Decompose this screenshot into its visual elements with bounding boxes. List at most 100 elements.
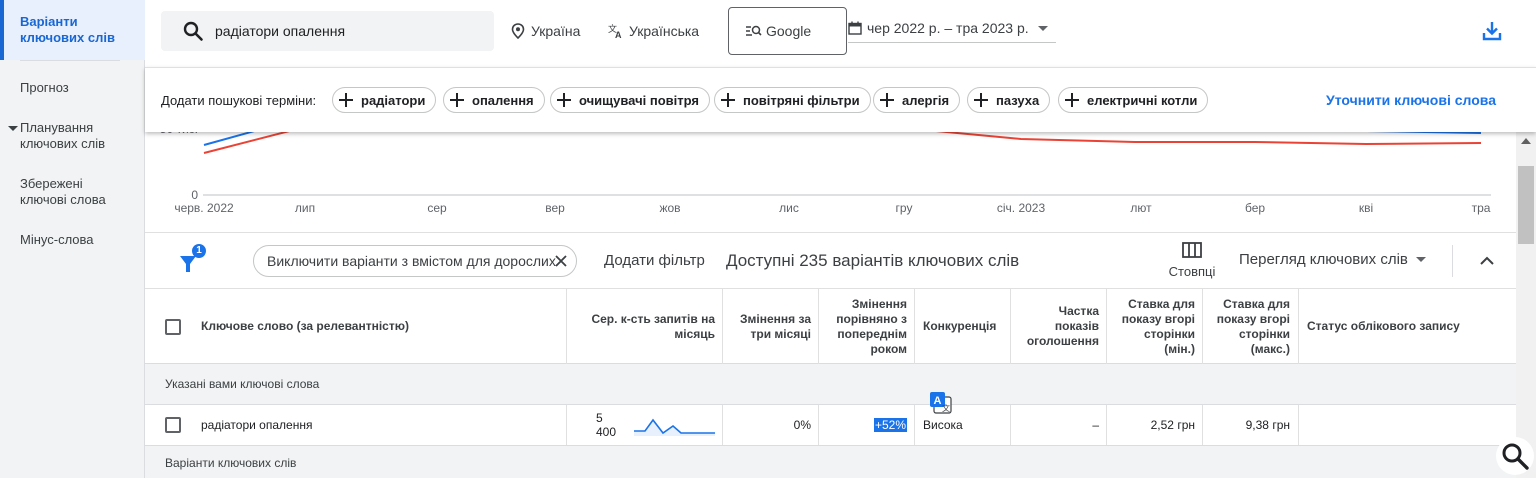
svg-text:A: A: [934, 395, 942, 407]
close-icon[interactable]: [553, 253, 569, 269]
header-keyword-label: Ключове слово (за релевантністю): [201, 319, 409, 333]
keyword-view-label: Перегляд ключових слів: [1239, 251, 1408, 268]
column-divider: [1298, 289, 1299, 364]
term-chip-label: електричні котли: [1087, 92, 1198, 108]
header-avg-searches[interactable]: Сер. к-сть запитів на місяць: [570, 289, 715, 364]
header-competition-label: Конкуренція: [923, 319, 997, 333]
scroll-up-icon[interactable]: [1521, 138, 1531, 144]
dropdown-arrow-icon: [1415, 257, 1426, 262]
header-bid-low[interactable]: Ставка для показу вгорі сторінки (мін.): [1110, 289, 1195, 364]
plus-icon: [974, 93, 988, 107]
column-divider: [914, 405, 915, 445]
header-impression-share[interactable]: Частка показів оголошення: [1014, 289, 1099, 364]
exclude-adult-label: Виключити варіанти з вмістом для доросли…: [267, 253, 556, 269]
column-divider: [722, 289, 723, 364]
row-sparkline: [633, 411, 715, 437]
x-tick-label: сер: [427, 201, 447, 215]
header-line: три місяці: [750, 326, 811, 341]
filter-button[interactable]: 1: [178, 244, 208, 274]
sidebar-item-forecast[interactable]: Прогноз: [0, 80, 145, 100]
magnifier-icon: [1502, 443, 1529, 470]
filter-count-badge: 1: [196, 245, 202, 256]
sidebar-item-label: Мінус-слова: [20, 232, 94, 247]
plus-icon: [721, 93, 735, 107]
header-line: роком: [870, 341, 907, 356]
x-tick-label: жов: [659, 201, 680, 215]
term-chip[interactable]: очищувачі повітря: [550, 87, 710, 113]
sidebar-divider: [20, 60, 120, 61]
columns-label: Стовпці: [1168, 264, 1216, 279]
sidebar-item-label: Збережені: [20, 176, 83, 191]
refine-keywords-link[interactable]: Уточнити ключові слова: [1326, 92, 1496, 108]
header-account-status[interactable]: Статус облікового запису: [1307, 289, 1507, 364]
exclude-adult-chip[interactable]: Виключити варіанти з вмістом для доросли…: [253, 245, 577, 277]
plus-icon: [1065, 93, 1079, 107]
header-competition[interactable]: Конкуренція: [923, 289, 1011, 364]
sidebar-item-label: ключових слів: [20, 30, 115, 45]
x-tick-label: лис: [779, 201, 799, 215]
plus-icon: [880, 93, 894, 107]
columns-icon: [1182, 242, 1202, 258]
term-chip[interactable]: електричні котли: [1058, 87, 1209, 113]
table-row[interactable]: радіатори опалення 5 400 0% +52% Висока …: [145, 405, 1516, 446]
header-line: показів: [1054, 319, 1099, 333]
row-yoy-cell: +52%: [822, 405, 907, 445]
row-keyword: радіатори опалення: [201, 418, 313, 432]
term-chip[interactable]: пазуха: [967, 87, 1051, 113]
column-divider: [1202, 289, 1203, 364]
column-divider: [566, 289, 567, 364]
term-chip-label: алергія: [902, 92, 950, 108]
caret-down-icon: [8, 126, 18, 131]
x-tick-label: лют: [1130, 201, 1152, 215]
term-chip[interactable]: повітряні фільтри: [714, 87, 871, 113]
plus-icon: [339, 93, 353, 107]
header-line: Змінення: [851, 296, 907, 311]
sidebar-item-keyword-ideas[interactable]: Варіанти ключових слів: [0, 0, 145, 60]
select-all-checkbox[interactable]: [165, 319, 181, 335]
term-chip-label: очищувачі повітря: [579, 92, 699, 108]
section-keyword-ideas: Варіанти ключових слів: [145, 446, 1516, 478]
zoom-button[interactable]: [1496, 437, 1534, 475]
term-chip[interactable]: опалення: [443, 87, 545, 113]
collapse-button[interactable]: [1479, 253, 1495, 265]
section-provided-keywords: Указані вами ключові слова: [145, 364, 1516, 405]
column-divider: [818, 289, 819, 364]
column-divider: [1202, 405, 1203, 445]
header-yoy-change[interactable]: Змінення порівняно з попереднім роком: [822, 289, 907, 364]
x-tick-label: бер: [1245, 201, 1265, 215]
header-keyword[interactable]: Ключове слово (за релевантністю): [201, 289, 561, 364]
column-divider: [818, 405, 819, 445]
y-tick-label: 0: [191, 188, 198, 202]
toolbar-divider: [1452, 245, 1453, 277]
plus-icon: [450, 93, 464, 107]
row-bid-low: 2,52 грн: [1150, 418, 1195, 432]
add-filter-button[interactable]: Додати фільтр: [604, 252, 705, 269]
x-tick-label: тра: [1472, 201, 1491, 215]
sidebar-item-label: ключові слова: [20, 192, 106, 207]
header-line: місяць: [674, 326, 715, 341]
sidebar-item-label: ключових слів: [20, 136, 106, 151]
keyword-view-dropdown[interactable]: Перегляд ключових слів: [1239, 251, 1426, 268]
add-terms-bar: Додати пошукові терміни: радіатори опале…: [145, 67, 1536, 132]
term-chip[interactable]: радіатори: [332, 87, 437, 113]
vertical-scrollbar[interactable]: [1516, 132, 1536, 478]
sidebar-item-saved-keywords[interactable]: Збережені ключові слова: [0, 176, 145, 210]
term-chip-label: повітряні фільтри: [743, 92, 860, 108]
x-tick-label: лип: [295, 201, 315, 215]
sidebar-item-keyword-planning[interactable]: Планування ключових слів: [0, 120, 145, 154]
header-three-month-change[interactable]: Змінення за три місяці: [726, 289, 811, 364]
row-checkbox[interactable]: [165, 417, 181, 433]
row-bid-high: 9,38 грн: [1245, 418, 1290, 432]
x-tick-label: кві: [1359, 201, 1373, 215]
column-divider: [914, 289, 915, 364]
x-tick-label: гру: [896, 201, 913, 215]
sidebar-item-negative-keywords[interactable]: Мінус-слова: [0, 232, 145, 252]
x-tick-label: черв. 2022: [174, 201, 234, 215]
scrollbar-thumb[interactable]: [1518, 166, 1534, 244]
columns-button[interactable]: Стовпці: [1167, 242, 1217, 284]
term-chip[interactable]: алергія: [873, 87, 961, 113]
translate-popup-icon[interactable]: A文: [929, 391, 953, 415]
header-status-label: Статус облікового запису: [1307, 319, 1460, 333]
column-divider: [566, 405, 567, 445]
header-bid-high[interactable]: Ставка для показу вгорі сторінки (макс.): [1206, 289, 1290, 364]
